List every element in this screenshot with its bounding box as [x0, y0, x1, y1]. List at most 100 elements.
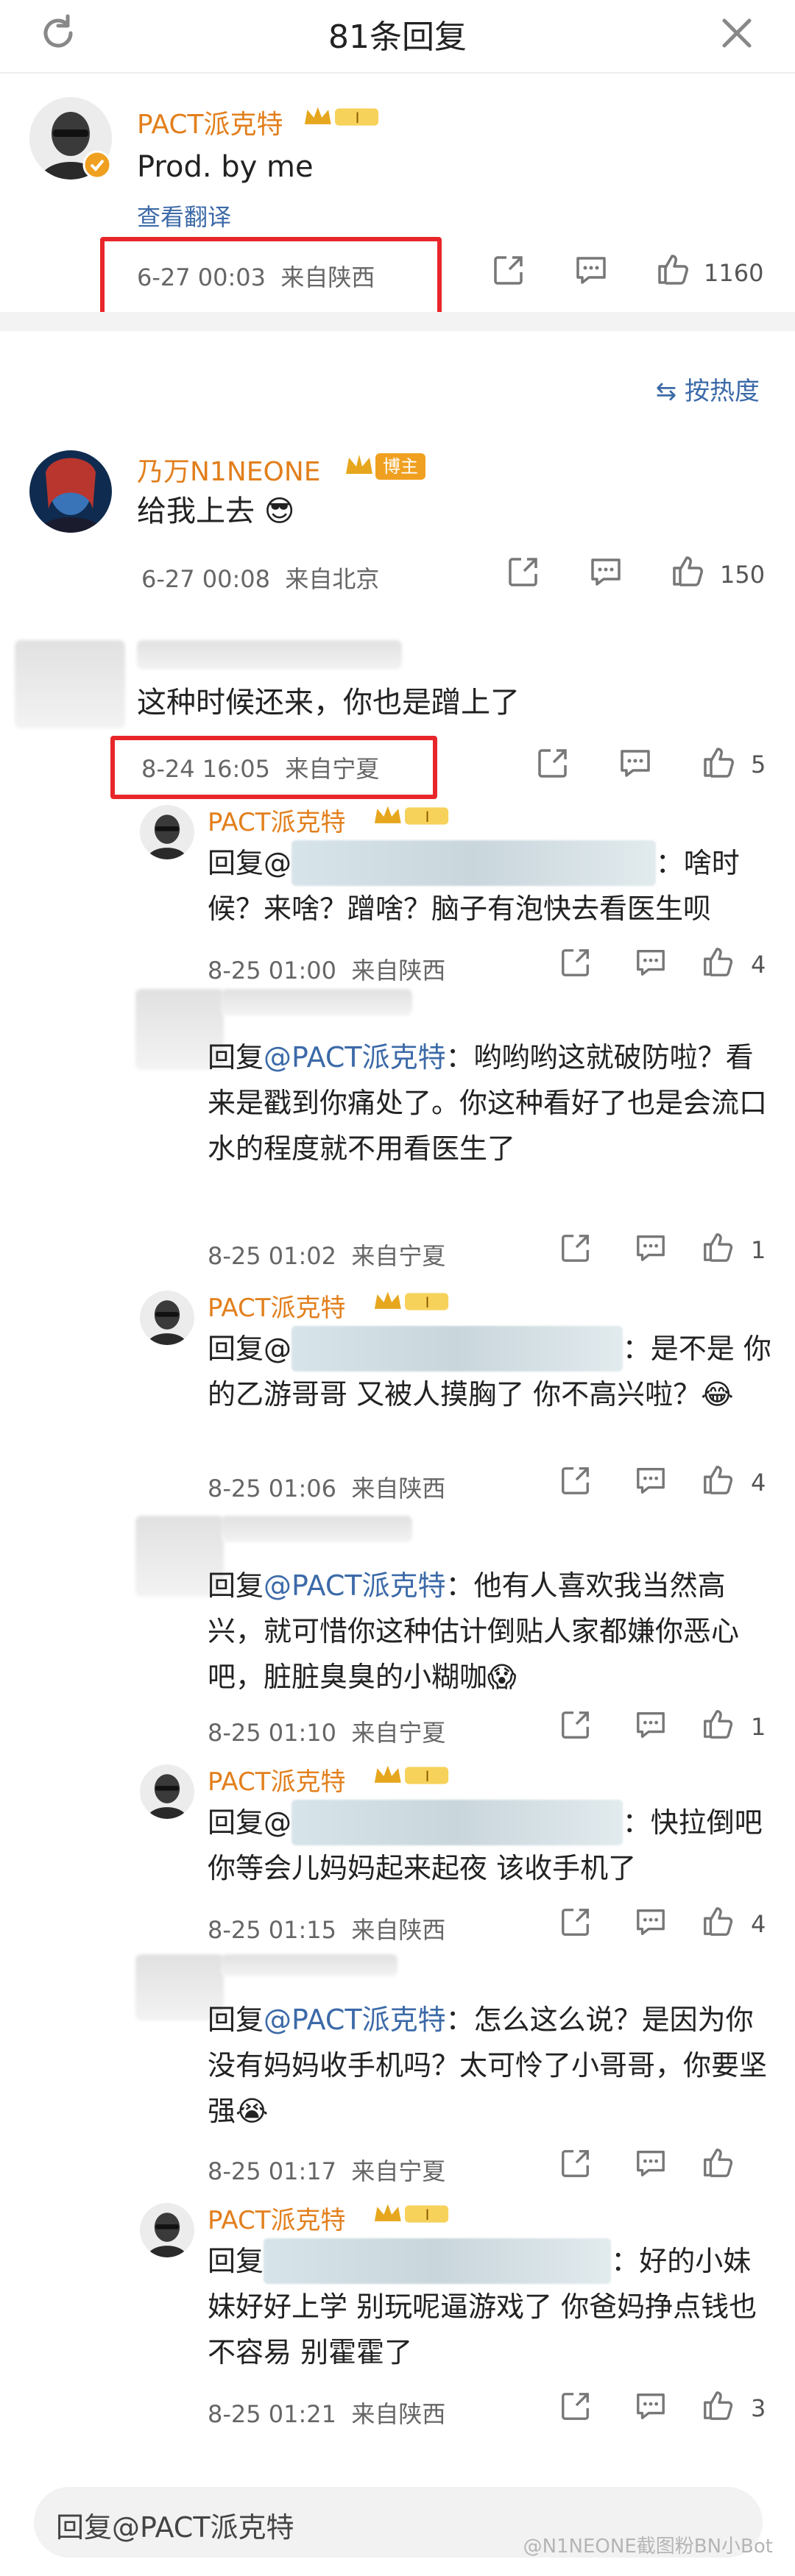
location: 来自陕西	[280, 263, 375, 291]
reply-text: 回复@xxxxxxxxxxxxxxxxxxxx：是不是 你的乙游哥哥 又被人摸胸…	[208, 1326, 774, 1417]
share-icon[interactable]	[492, 253, 526, 287]
svg-text:I: I	[425, 1294, 430, 1311]
reply-time: 6-27 00:08 来自北京	[141, 561, 379, 595]
name-blurred	[221, 1516, 412, 1542]
comment-icon[interactable]	[635, 2390, 667, 2422]
comment-icon[interactable]	[635, 946, 667, 979]
comment-icon[interactable]	[574, 253, 608, 287]
share-icon[interactable]	[559, 946, 592, 979]
comment-icon[interactable]	[635, 1906, 667, 1938]
vip-crown-icon: I	[374, 1291, 449, 1311]
share-icon[interactable]	[559, 1709, 592, 1741]
reply-text: 回复@PACT派克特：哟哟哟这就破防啦？看来是戳到你痛处了。你这种看好了也是会流…	[208, 1035, 774, 1171]
share-icon[interactable]	[559, 1906, 592, 1938]
like-count: 4	[751, 951, 766, 979]
name-blurred	[221, 989, 412, 1015]
avatar[interactable]	[140, 805, 194, 859]
comment-icon[interactable]	[635, 1464, 667, 1497]
reply-author[interactable]: PACT派克特	[208, 802, 346, 838]
comment-icon[interactable]	[635, 1709, 667, 1741]
like-count: 4	[751, 1910, 766, 1938]
share-icon[interactable]	[506, 555, 540, 589]
reply-prefix: 回复@	[208, 1333, 292, 1365]
comment-time: 6-27 00:03 来自陕西	[137, 259, 375, 293]
blurred-mention: xxxxxxxxxxxxxxxxxxxxxx	[292, 840, 656, 886]
name-blurred	[137, 640, 402, 670]
like-icon[interactable]	[701, 1463, 735, 1497]
reply-author[interactable]: PACT派克特	[208, 2200, 346, 2236]
comment-icon[interactable]	[635, 1232, 667, 1264]
verified-badge-icon	[82, 150, 112, 180]
author-badge: 博主	[375, 453, 425, 480]
location: 来自宁夏	[285, 755, 380, 783]
reply-author[interactable]: PACT派克特	[208, 1761, 346, 1798]
reply-prefix: 回复	[208, 2245, 264, 2277]
location: 来自宁夏	[351, 2157, 446, 2185]
location: 来自陕西	[351, 1916, 446, 1944]
location: 来自陕西	[351, 957, 446, 984]
sort-label: 按热度	[685, 377, 760, 406]
like-icon[interactable]	[701, 1707, 735, 1741]
blurred-mention: xxxxxxxxxxxxxxxxxxxxx	[264, 2238, 612, 2284]
blurred-mention: xxxxxxxxxxxxxxxxxxxx	[292, 1800, 623, 1845]
reply-time: 8-24 16:05 来自宁夏	[141, 751, 379, 784]
mention-link[interactable]: @PACT派克特	[264, 1041, 446, 1074]
like-icon[interactable]	[670, 553, 705, 589]
reply-time: 8-25 01:21 来自陕西	[208, 2396, 445, 2430]
reply-author[interactable]: 乃万N1NEONE	[137, 450, 321, 489]
comment-icon[interactable]	[635, 2147, 667, 2179]
page-title: 81条回复	[328, 18, 467, 56]
time: 6-27 00:08	[141, 565, 271, 593]
share-icon[interactable]	[559, 2147, 592, 2179]
comment-icon[interactable]	[618, 746, 652, 780]
section-divider	[0, 312, 795, 331]
avatar[interactable]	[140, 2203, 194, 2257]
name-blurred	[221, 1954, 398, 1976]
sort-toggle[interactable]: ⇆ 按热度	[656, 371, 760, 407]
translate-link[interactable]: 查看翻译	[137, 199, 231, 233]
author-badge-label: 博主	[383, 456, 418, 477]
svg-text:I: I	[356, 110, 360, 127]
location: 来自陕西	[351, 1475, 446, 1502]
like-icon[interactable]	[701, 745, 736, 780]
like-icon[interactable]	[701, 2146, 735, 2179]
comment-icon[interactable]	[589, 555, 623, 589]
like-icon[interactable]	[655, 252, 690, 287]
comment-author[interactable]: PACT派克特	[137, 103, 283, 141]
share-icon[interactable]	[536, 746, 570, 780]
svg-text:I: I	[425, 1768, 430, 1785]
reply-bar: 回复@PACT派克特	[0, 2466, 795, 2576]
reply-text: 给我上去 😎	[137, 494, 295, 528]
like-icon[interactable]	[701, 945, 735, 979]
vip-crown-icon: I	[304, 107, 379, 127]
reply-author[interactable]: PACT派克特	[208, 1288, 346, 1324]
avatar-image	[29, 450, 112, 533]
reply-prefix: 回复@	[208, 847, 292, 879]
share-icon[interactable]	[559, 1464, 592, 1497]
share-icon[interactable]	[559, 1232, 592, 1264]
avatar[interactable]	[29, 450, 112, 533]
mention-link[interactable]: @PACT派克特	[264, 1569, 446, 1602]
mention-link[interactable]: @PACT派克特	[264, 2004, 446, 2036]
avatar-image	[140, 1764, 194, 1819]
avatar-image	[140, 2203, 194, 2257]
location: 来自北京	[285, 565, 380, 593]
like-icon[interactable]	[701, 2388, 735, 2422]
reply-prefix: 回复@	[208, 1806, 292, 1839]
avatar[interactable]	[140, 1291, 194, 1345]
like-icon[interactable]	[701, 1230, 735, 1264]
reply-text: 回复xxxxxxxxxxxxxxxxxxxxx：好的小妹妹好好上学 别玩呢逼游戏…	[208, 2238, 767, 2375]
avatar-blurred[interactable]	[15, 640, 125, 728]
time: 8-25 01:10	[208, 1719, 337, 1747]
avatar[interactable]	[140, 1764, 194, 1819]
close-icon[interactable]	[716, 12, 758, 54]
like-count: 1	[751, 1236, 766, 1264]
time: 8-25 01:02	[208, 1242, 337, 1270]
reply-text: 回复@PACT派克特：他有人喜欢我当然高兴，就可惜你这种估计倒贴人家都嫌你恶心吧…	[208, 1563, 774, 1700]
share-icon[interactable]	[559, 2390, 592, 2422]
reply-time: 8-25 01:15 来自陕西	[208, 1912, 445, 1945]
reply-text: 回复@xxxxxxxxxxxxxxxxxxxxxx：啥时候？来啥？蹭啥？脑子有泡…	[208, 840, 767, 932]
time: 8-25 01:17	[208, 2157, 337, 2185]
like-count: 3	[751, 2394, 766, 2422]
like-icon[interactable]	[701, 1904, 735, 1938]
